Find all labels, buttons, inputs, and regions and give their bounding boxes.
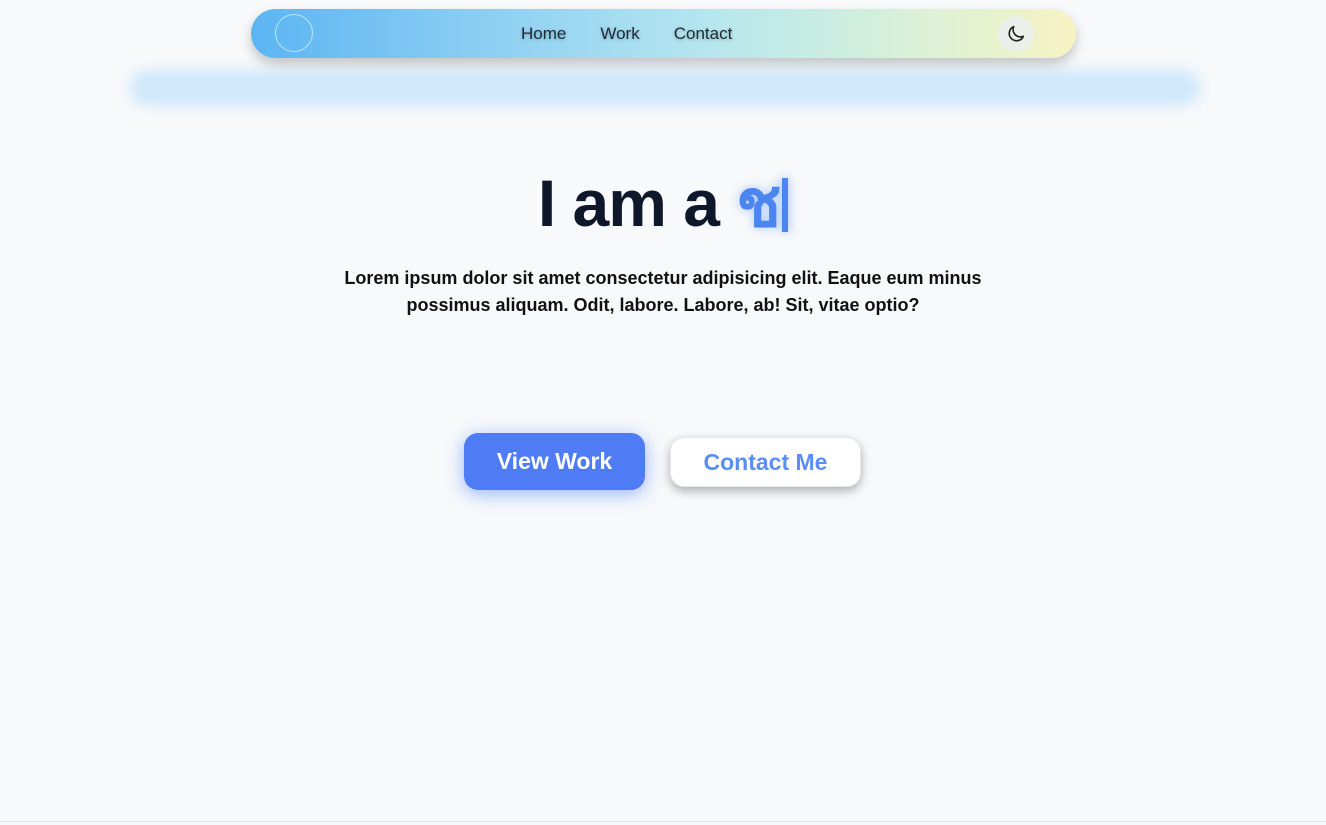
contact-me-button[interactable]: Contact Me [670, 437, 861, 487]
hero-title-prefix: I am a [537, 166, 737, 240]
nav-link-home[interactable]: Home [521, 24, 566, 44]
view-work-button[interactable]: View Work [464, 433, 645, 490]
moon-icon [1008, 25, 1025, 42]
nav-links: Home Work Contact [521, 9, 766, 58]
nav-glow-band [130, 70, 1200, 106]
hero-title: I am a ช [0, 163, 1326, 243]
hero-description: Lorem ipsum dolor sit amet consectetur a… [344, 268, 982, 315]
logo-circle[interactable] [275, 14, 313, 52]
bottom-divider [0, 821, 1326, 822]
typing-caret [782, 178, 789, 232]
typed-text: ช [736, 166, 781, 240]
nav-link-work[interactable]: Work [600, 24, 639, 44]
nav-link-contact[interactable]: Contact [674, 24, 733, 44]
navbar: Home Work Contact [251, 9, 1076, 58]
theme-toggle-button[interactable] [998, 16, 1034, 52]
